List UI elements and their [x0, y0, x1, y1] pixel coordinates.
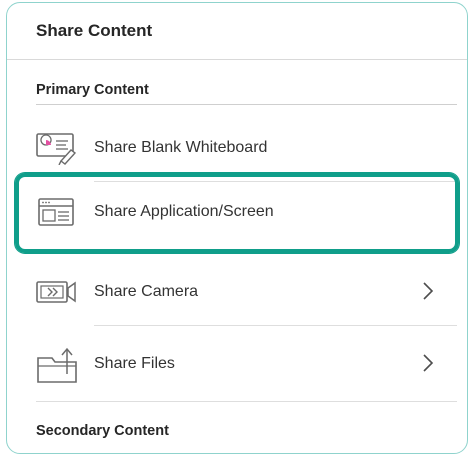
- folder-upload-icon: [37, 347, 77, 383]
- share-camera-item[interactable]: Share Camera: [15, 259, 459, 325]
- item-divider: [94, 325, 457, 326]
- item-divider: [36, 401, 457, 402]
- share-files-label: Share Files: [94, 355, 175, 372]
- chevron-right-icon: [423, 354, 434, 372]
- chevron-right-icon: [423, 282, 434, 300]
- whiteboard-icon: [36, 133, 77, 165]
- share-application-screen-item[interactable]: Share Application/Screen: [15, 173, 459, 253]
- camera-icon: [36, 281, 76, 303]
- section-heading-secondary: Secondary Content: [36, 423, 169, 439]
- application-window-icon: [38, 198, 74, 226]
- share-blank-whiteboard-item[interactable]: Share Blank Whiteboard: [15, 115, 459, 181]
- share-blank-whiteboard-label: Share Blank Whiteboard: [94, 139, 268, 156]
- share-camera-label: Share Camera: [94, 283, 199, 300]
- section-divider: [36, 104, 457, 105]
- panel-title: Share Content: [36, 21, 153, 40]
- share-application-screen-label: Share Application/Screen: [94, 203, 274, 220]
- share-content-panel: Share Content Primary Content Share Blan…: [6, 2, 468, 454]
- share-files-item[interactable]: Share Files: [15, 331, 459, 397]
- section-heading-primary: Primary Content: [36, 82, 149, 98]
- panel-header: Share Content: [7, 3, 467, 60]
